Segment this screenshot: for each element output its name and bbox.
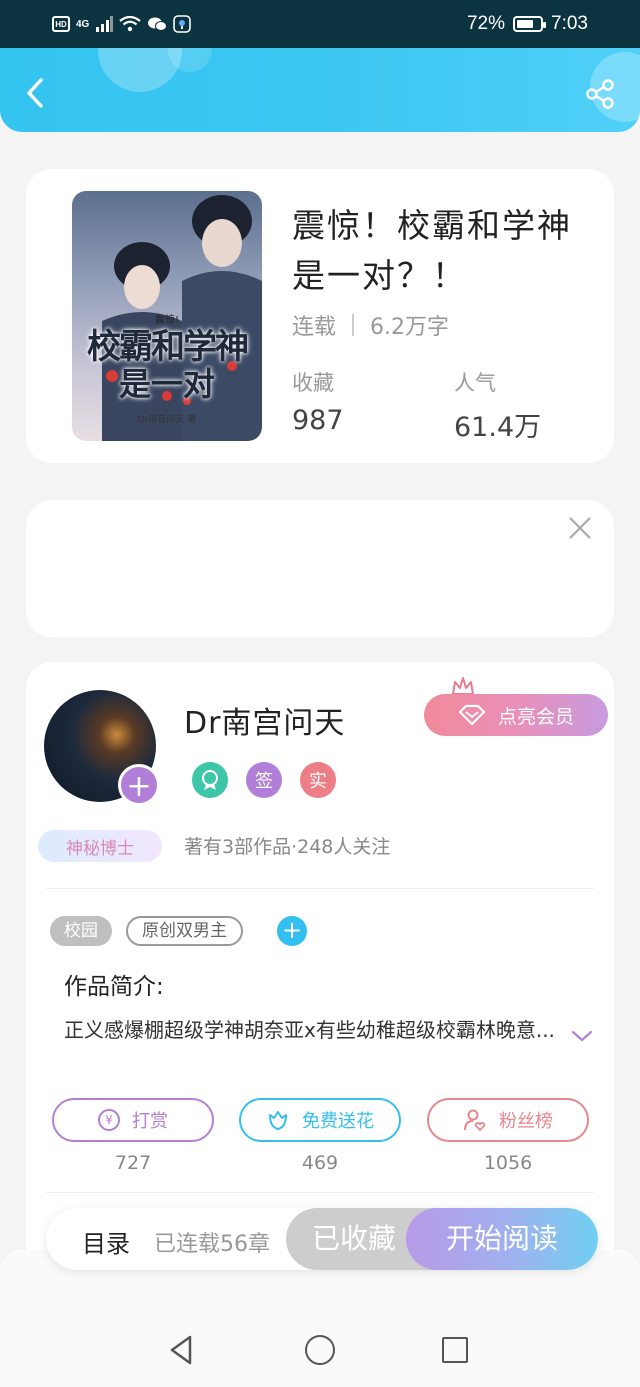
follow-author-button[interactable]: +	[118, 764, 160, 806]
meta-divider	[352, 314, 355, 336]
chevron-down-icon	[571, 1030, 593, 1042]
fan-ranking-button[interactable]: 粉丝榜	[427, 1098, 589, 1142]
reward-count: 727	[114, 1152, 152, 1174]
book-cover[interactable]: 震惊! 校霸和学神 是一对 Dr南宫问天 著	[72, 191, 262, 441]
popularity-label: 人气	[454, 371, 496, 395]
status-bar-right: 72% 7:03	[467, 13, 588, 35]
chevron-left-icon	[27, 78, 43, 108]
book-word-count: 6.2万字	[370, 315, 450, 340]
expand-intro-button[interactable]	[570, 1028, 594, 1044]
user-heart-icon	[464, 1109, 486, 1132]
network-label: 4G	[76, 18, 90, 30]
battery-icon	[513, 16, 547, 32]
start-reading-button[interactable]: 开始阅读	[406, 1208, 598, 1270]
status-bar: HD 4G 72% 7:03	[0, 0, 640, 48]
tag-item[interactable]: 原创双男主	[126, 916, 243, 946]
flower-icon	[269, 1111, 287, 1130]
verified-badge[interactable]: 实	[300, 762, 336, 798]
popularity-value: 61.4万	[454, 412, 542, 443]
back-button[interactable]	[18, 76, 52, 110]
close-ad-button[interactable]	[566, 514, 594, 542]
divider	[46, 1192, 594, 1193]
system-nav-bar	[0, 1250, 640, 1387]
reading-action-bar: 目录 已连载56章 已收藏 开始阅读	[46, 1208, 598, 1270]
clock: 7:03	[551, 13, 588, 34]
book-title: 震惊！校霸和学神是一对？！	[292, 206, 572, 295]
tag-list: 校园 原创双男主 +	[50, 916, 307, 946]
signal-icon	[96, 16, 114, 32]
ad-card	[26, 500, 614, 637]
yen-icon: ¥	[98, 1109, 120, 1131]
nav-recent-apps-icon[interactable]	[442, 1337, 468, 1363]
book-status: 连载	[292, 315, 337, 340]
toc-button[interactable]: 目录	[82, 1224, 130, 1259]
divider	[46, 888, 594, 889]
share-icon	[586, 79, 614, 109]
intro-label: 作品简介:	[64, 974, 164, 1000]
share-button[interactable]	[584, 78, 618, 112]
wifi-icon	[119, 16, 142, 32]
serial-status: 已连载56章	[154, 1232, 270, 1257]
book-info-card: 震惊! 校霸和学神 是一对 Dr南宫问天 著 震惊！校霸和学神是一对？！ 连载 …	[26, 169, 614, 463]
wechat-icon	[148, 17, 168, 31]
vip-button-label: 点亮会员	[497, 705, 574, 728]
reward-label: 打赏	[132, 1111, 168, 1132]
cover-author-text: Dr南宫问天 著	[137, 415, 197, 425]
author-name[interactable]: Dr南宫问天	[184, 698, 345, 742]
hd-icon: HD	[52, 16, 70, 32]
author-info: 著有3部作品·248人关注	[184, 836, 391, 858]
nav-back-icon[interactable]	[168, 1334, 194, 1366]
favorites-value: 987	[292, 405, 344, 436]
favorites-label: 收藏	[292, 371, 334, 395]
author-badges: 签 实	[192, 762, 336, 798]
signed-badge[interactable]: 签	[246, 762, 282, 798]
vip-button[interactable]: 点亮会员	[424, 694, 608, 736]
book-meta: 连载 6.2万字	[292, 309, 449, 341]
medal-icon[interactable]	[192, 762, 228, 798]
header-bar	[0, 48, 640, 132]
tag-item[interactable]: 校园	[50, 916, 112, 946]
intro-text: 正义感爆棚超级学神胡奈亚x有些幼稚超级校霸林晚意...	[64, 1018, 555, 1042]
send-flower-count: 469	[301, 1152, 339, 1174]
fan-ranking-label: 粉丝榜	[499, 1111, 553, 1132]
fan-ranking-count: 1056	[483, 1152, 533, 1174]
send-flower-label: 免费送花	[302, 1111, 374, 1132]
battery-percent: 72%	[466, 13, 506, 34]
status-bar-left: HD 4G	[52, 15, 192, 33]
author-title-tag: 神秘博士	[38, 830, 162, 862]
cover-title-line2: 是一对	[118, 365, 215, 403]
add-tag-button[interactable]: +	[277, 916, 307, 946]
diamond-icon	[458, 704, 486, 726]
nav-home-icon[interactable]	[305, 1335, 335, 1365]
send-flower-button[interactable]: 免费送花	[239, 1098, 401, 1142]
reward-button[interactable]: ¥ 打赏	[52, 1098, 214, 1142]
close-icon	[569, 517, 591, 539]
notification-app-icon	[173, 15, 192, 33]
